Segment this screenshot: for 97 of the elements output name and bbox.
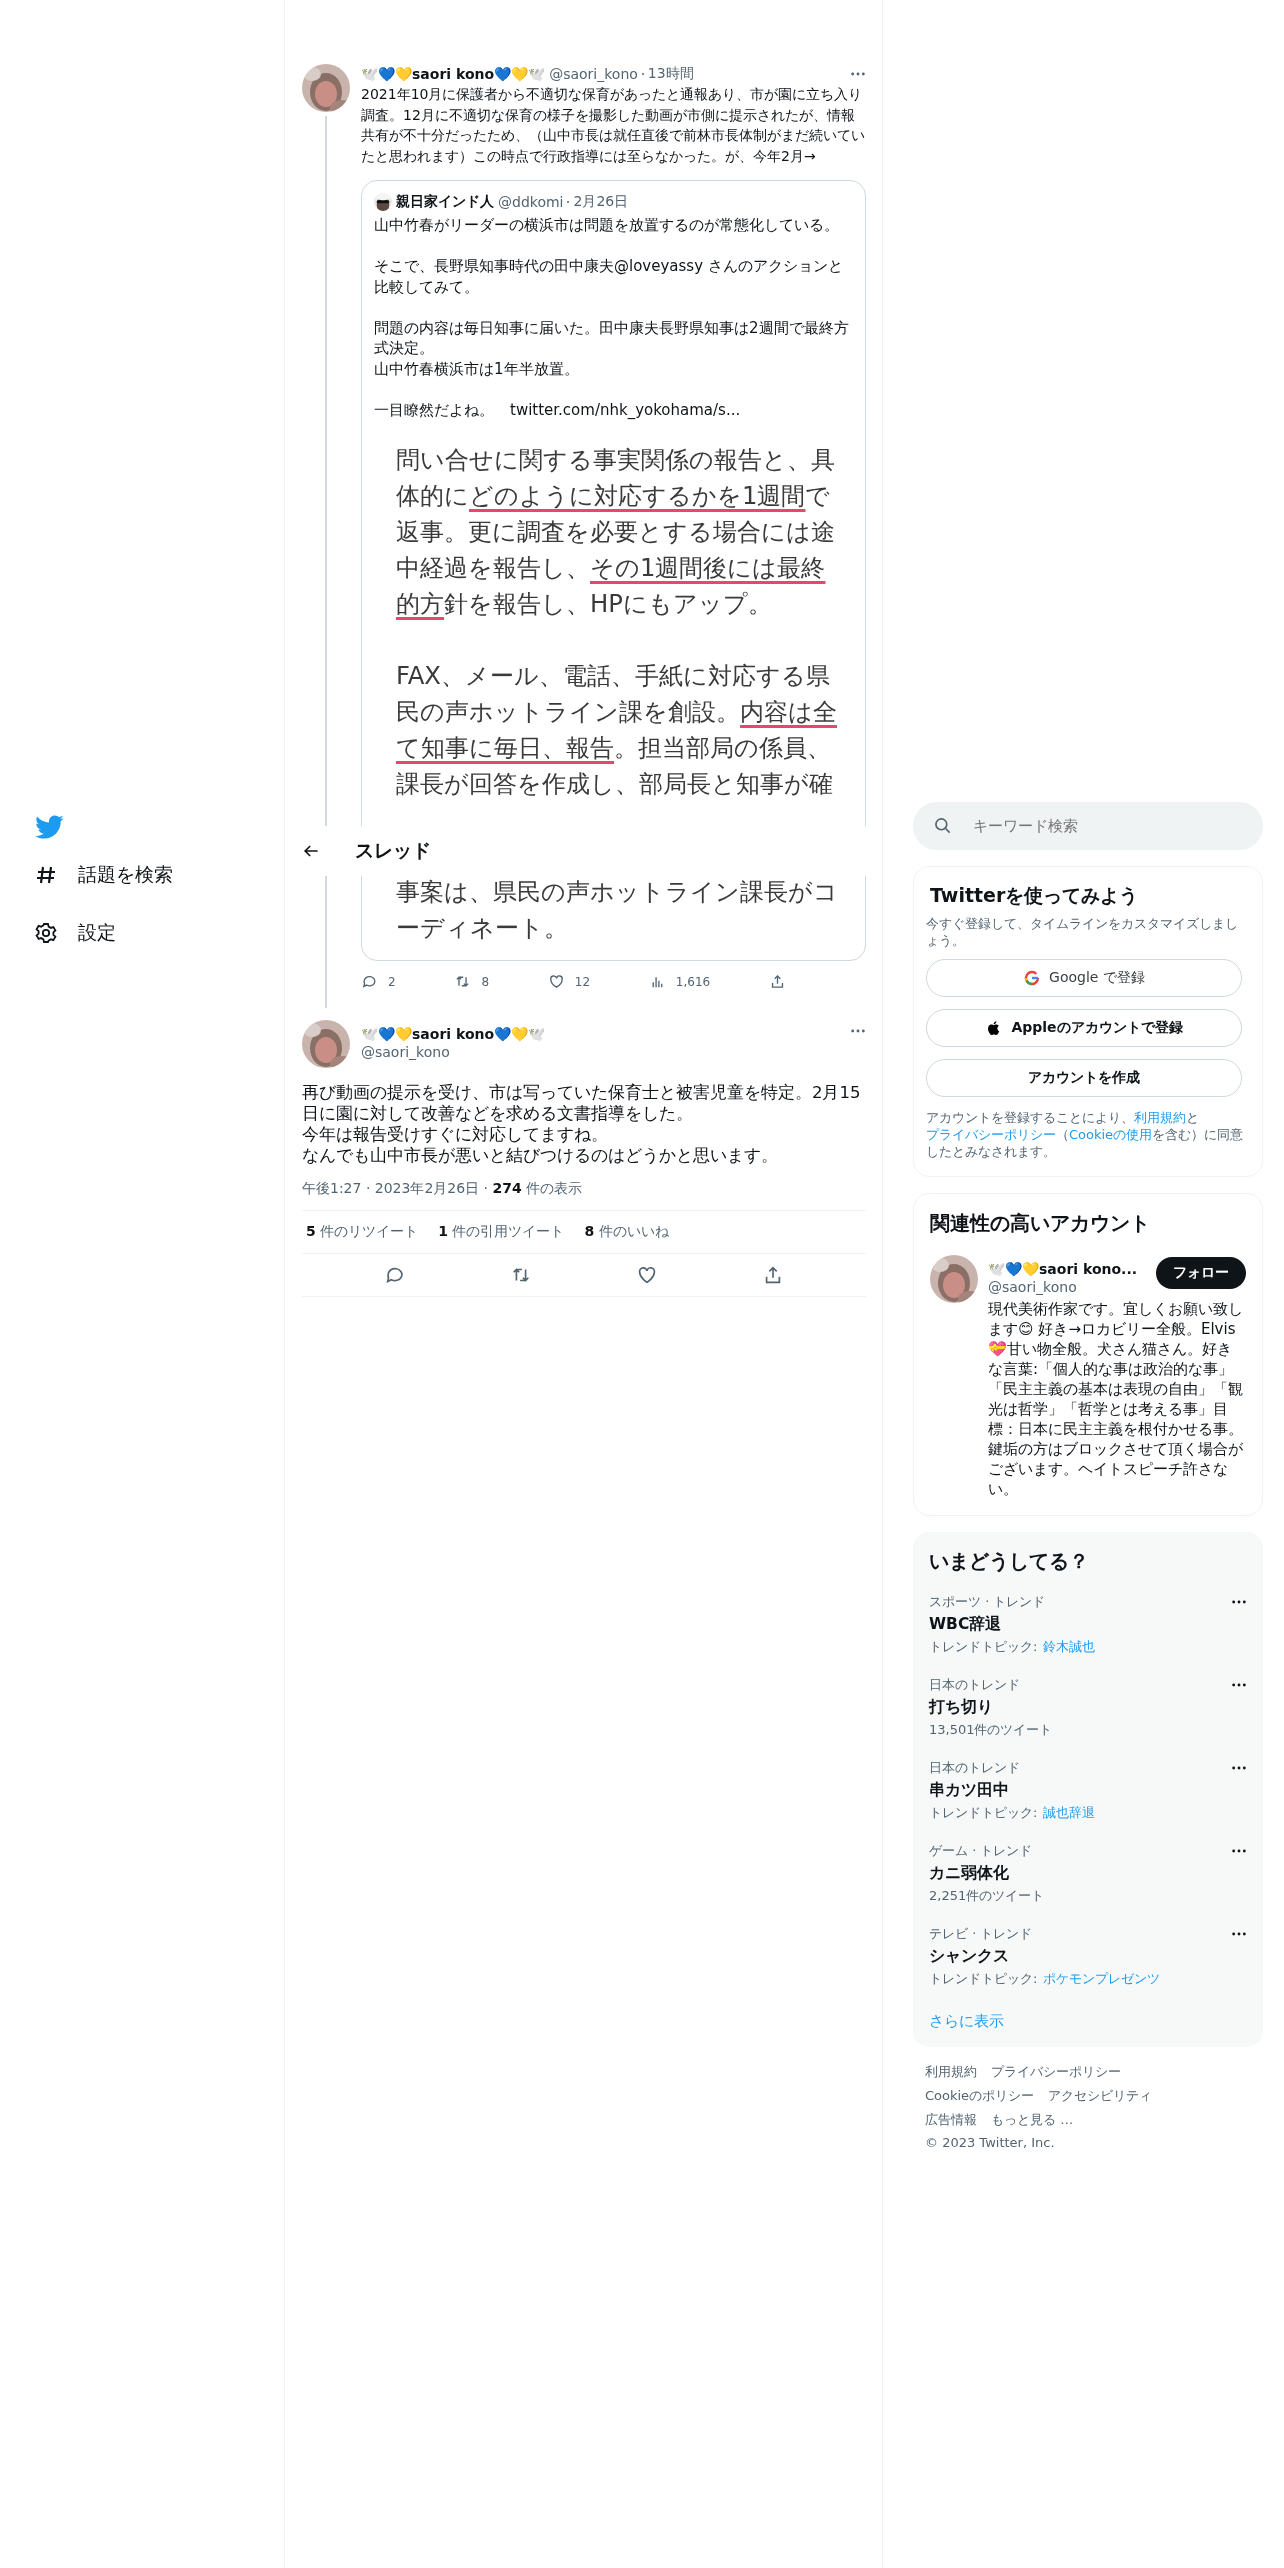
more-icon[interactable] [850, 71, 866, 77]
apple-signup-button[interactable]: Appleのアカウントで登録 [926, 1009, 1242, 1047]
trend-title[interactable]: 打ち切り [929, 1697, 1053, 1718]
user-bio: 現代美術作家です。宜しくお願い致します😊 好き→ロカビリー全般。Elvis💝甘い物全般。犬さん猫さん。好きな言葉:「個人的な事は政治的な事」「民主主義の基本は表現の自由」「観光は哲学」「哲学とは考える事」目標：日本に民主主義を根付かせる事。鍵垢の方はブロックさせて頂く場合がございます。ヘイトスピーチ許さない。 [988, 1299, 1244, 1499]
document-text: その1週間後には最終 [590, 553, 826, 582]
trend-meta: 13,501件のツイート [929, 1721, 1053, 1739]
stat-link[interactable]: 5 件のリツイート [306, 1223, 419, 1241]
footer-link[interactable]: もっと見る … [991, 2111, 1074, 2129]
tweet-text: 再び動画の提示を受け、市は写っていた保育士と被害児童を特定。2月15日に園に対して改善などを求める文書指導をした。 [302, 1082, 862, 1124]
user-handle[interactable]: @saori_kono [361, 1044, 546, 1060]
trend-meta: トレンドトピック: [929, 1970, 1038, 1988]
share-icon [769, 973, 786, 990]
more-icon[interactable] [1231, 1848, 1247, 1854]
user-name[interactable]: 🕊💙💛saori kono💙💛🕊 [361, 1026, 546, 1042]
document-text: FAX、メール、電話、手紙に対応する県 [396, 661, 830, 690]
document-text: 体的に [396, 481, 469, 510]
document-text: で [805, 481, 831, 510]
tweet-text: なんでも山中市長が悪いと結びつけるのはどうかと思います。 [302, 1145, 779, 1166]
quoted-text: 問題の内容は毎日知事に届いた。田中康夫長野県知事は2週間で最終方式決定。 [374, 318, 849, 357]
trend-context: ゲーム · トレンド [929, 1842, 1034, 1860]
heart-icon [547, 973, 565, 990]
more-icon[interactable] [1231, 1682, 1247, 1688]
footer-link[interactable]: アクセシビリティ [1048, 2087, 1153, 2105]
trend-context: 日本のトレンド [929, 1676, 1021, 1694]
footer-link[interactable]: 広告情報 [925, 2111, 977, 2129]
document-text: 民の声ホットライン課を創設。 [396, 697, 740, 726]
legal-text: アカウントを登録することにより、利用規約 と プライバシーポリシー（Cookieの使用を含む）に同意したとみなされます。 [926, 1109, 1245, 1160]
link[interactable]: twitter.com/nhk_yokohama/s... [510, 400, 741, 419]
user-name[interactable]: 🕊💙💛saori kono... [988, 1261, 1138, 1277]
like-button[interactable]: 12 [547, 973, 591, 990]
card-title: 関連性の高いアカウント [929, 1210, 1151, 1237]
user-name[interactable]: 親日家インド人 [396, 193, 494, 211]
reply-button[interactable]: 2 [361, 973, 396, 990]
document-text: 的方 [396, 589, 444, 618]
retweet-button[interactable]: 8 [454, 973, 490, 990]
views-button[interactable]: 1,616 [648, 973, 711, 990]
footer-link[interactable]: Cookieのポリシー [925, 2087, 1035, 2105]
tweet-time[interactable]: 13時間 [647, 65, 694, 83]
quoted-text: 山中竹春横浜市は1年半放置。 [374, 359, 579, 378]
user-handle[interactable]: @saori_kono [549, 66, 638, 82]
like-button[interactable] [636, 1264, 658, 1286]
footer-link[interactable]: 利用規約 [925, 2063, 977, 2081]
document-text: 問い合せに関する事実関係の報告と、具 [396, 445, 835, 474]
footer-link[interactable]: プライバシーポリシー [991, 2063, 1121, 2081]
trend-meta: トレンドトピック: [929, 1804, 1038, 1822]
nav-item[interactable]: 設定 [34, 918, 284, 948]
quoted-text: 一目瞭然だよね。 [374, 400, 494, 419]
user-handle[interactable]: @ddkomi [498, 194, 564, 210]
document-text: 事案は、県民の声ホットライン課長がコ [396, 877, 838, 906]
user-name[interactable]: 🕊💙💛saori kono💙💛🕊 [361, 66, 546, 82]
document-text: どのように対応するかを1週間 [469, 481, 806, 510]
plain-signup-button[interactable]: アカウントを作成 [926, 1059, 1242, 1097]
document-text: て知事に毎日、報告 [396, 733, 614, 762]
search-icon [933, 816, 953, 836]
search-field[interactable]: キーワード検索 [913, 802, 1263, 850]
tweet-text: 今年は報告受けすぐに対応してますね。 [302, 1124, 609, 1145]
trend-context: 日本のトレンド [929, 1759, 1021, 1777]
more-icon[interactable] [1231, 1765, 1247, 1771]
document-text: 針を報告し、HPにもアップ。 [444, 589, 772, 618]
more-icon[interactable] [1231, 1599, 1247, 1605]
card-title: いまどうしてる？ [928, 1548, 1090, 1575]
document-text: 中経過を報告し、 [396, 553, 590, 582]
document-text: ーディネート。 [396, 913, 568, 942]
card-title: Twitterを使ってみよう [929, 883, 1140, 908]
document-text: 。担当部局の係員、 [614, 733, 831, 762]
more-icon[interactable] [850, 1028, 866, 1034]
tweet-timestamp: 午後1:27 · 2023年2月26日 · 274 件の表示 [302, 1180, 866, 1211]
quoted-text: そこで、長野県知事時代の田中康夫@loveyassy さんのアクションと比較してみて。 [374, 257, 843, 296]
share-button[interactable] [769, 973, 786, 990]
copyright-text: © 2023 Twitter, Inc. [925, 2135, 1055, 2150]
more-icon[interactable] [1231, 1931, 1247, 1937]
reply-icon [361, 973, 378, 990]
trend-title[interactable]: WBC辞退 [929, 1614, 1096, 1635]
stat-link[interactable]: 1 件の引用ツイート [438, 1223, 565, 1241]
trend-title[interactable]: 串カツ田中 [929, 1780, 1096, 1801]
google-icon [1023, 969, 1042, 987]
user-handle[interactable]: @saori_kono [988, 1279, 1138, 1295]
tweet-date[interactable]: 2月26日 [573, 193, 629, 211]
quoted-text: 山中竹春がリーダーの横浜市は問題を放置するのが常態化している。 [374, 216, 839, 234]
trend-context: テレビ · トレンド [929, 1925, 1034, 1943]
trend-meta: 2,251件のツイート [929, 1887, 1045, 1905]
settings-icon [34, 921, 58, 945]
trend-meta: トレンドトピック: [929, 1638, 1038, 1656]
nav-item[interactable]: 話題を検索 [34, 860, 284, 890]
document-text: 課長が回答を作成し、部局長と知事が確 [396, 769, 833, 798]
page-title: スレッド [355, 838, 431, 863]
trend-title[interactable]: シャンクス [929, 1946, 1161, 1967]
follow-button[interactable]: フォロー [1156, 1257, 1246, 1289]
document-text: 内容は全 [740, 697, 837, 726]
stat-link[interactable]: 8 件のいいね [584, 1223, 669, 1241]
heart-icon [636, 1264, 658, 1286]
trend-context: スポーツ · トレンド [929, 1593, 1047, 1611]
document-text: 返事。更に調査を必要とする場合には途 [396, 517, 835, 546]
tweet-text: 2021年10月に保護者から不適切な保育があったと通報あり、市が園に立ち入り調査。12月に不適切な保育の様子を撮影した動画が市側に提示されたが、情報共有が不十分だったため、（山中市長は就任直後で前林市長体制がまだ続いていたと思われます）この時点で行政指導には至らなかった。が、今年2月→ [361, 85, 866, 166]
google-signup-button[interactable]: Google で登録 [926, 959, 1242, 997]
card-subtitle: 今すぐ登録して、タイムラインをカスタマイズしましょう。 [926, 915, 1239, 949]
trend-title[interactable]: カニ弱体化 [929, 1863, 1045, 1884]
